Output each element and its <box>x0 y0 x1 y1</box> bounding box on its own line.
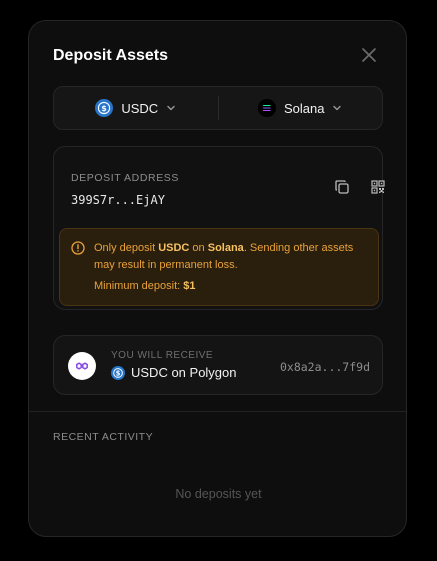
usdc-icon: $ <box>111 365 125 380</box>
empty-state: No deposits yet <box>175 487 262 501</box>
svg-text:$: $ <box>116 369 121 377</box>
close-button[interactable] <box>359 45 379 65</box>
dialog-title: Deposit Assets <box>53 47 168 64</box>
svg-text:$: $ <box>102 104 108 113</box>
warning-asset: USDC <box>158 242 190 254</box>
deposit-dialog: Deposit Assets $ USDC Solana DEPOSIT ADD… <box>28 20 407 537</box>
warning-message: Only deposit USDC on Solana. Sending oth… <box>94 242 354 271</box>
section-divider <box>29 411 406 412</box>
qr-code-icon <box>371 180 385 194</box>
network-label: Solana <box>284 100 325 116</box>
asset-network-selector: $ USDC Solana <box>53 86 383 130</box>
receive-address: 0x8a2a...7f9d <box>279 360 370 374</box>
chevron-down-icon <box>333 105 342 111</box>
deposit-address-label: DEPOSIT ADDRESS <box>71 172 180 184</box>
chevron-down-icon <box>167 105 175 111</box>
polygon-icon <box>68 352 96 380</box>
close-icon <box>362 48 376 62</box>
minimum-deposit: Minimum deposit: $1 <box>94 280 196 292</box>
asset-label: USDC <box>121 100 159 116</box>
copy-icon <box>335 180 349 194</box>
usdc-icon: $ <box>95 99 114 117</box>
receive-asset-label: USDC on Polygon <box>131 365 237 380</box>
deposit-address-value[interactable]: 399S7r...EjAY <box>71 193 165 207</box>
receive-card: YOU WILL RECEIVE $ USDC on Polygon 0x8a2… <box>53 335 383 395</box>
deposit-warning: Only deposit USDC on Solana. Sending oth… <box>59 228 379 306</box>
copy-address-button[interactable] <box>332 177 352 197</box>
minimum-deposit-value: $1 <box>183 280 196 292</box>
solana-icon <box>258 99 276 117</box>
asset-dropdown[interactable]: $ USDC <box>54 87 218 129</box>
network-dropdown[interactable]: Solana <box>219 87 383 129</box>
receive-value: $ USDC on Polygon <box>111 365 237 380</box>
receive-label: YOU WILL RECEIVE <box>111 350 214 361</box>
deposit-address-card: DEPOSIT ADDRESS 399S7r...EjAY Only depos… <box>53 146 385 310</box>
warning-network: Solana <box>207 242 244 254</box>
recent-activity-label: RECENT ACTIVITY <box>53 431 154 443</box>
warning-icon <box>71 241 85 255</box>
show-qr-button[interactable] <box>368 177 388 197</box>
